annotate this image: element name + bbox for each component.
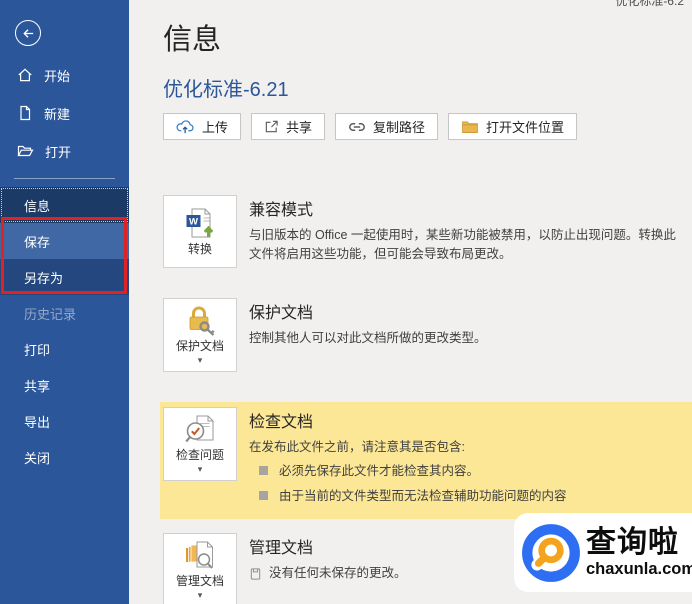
manage-document-icon [183, 540, 217, 572]
protect-document-button[interactable]: 保护文档 ▾ [163, 298, 237, 372]
button-label: 共享 [286, 120, 313, 135]
sidebar-item-label: 历史记录 [24, 306, 77, 322]
section-text: 检查文档 在发布此文件之前，请注意其是否包含: 必须先保存此文件才能检查其内容。… [249, 407, 567, 506]
sidebar-menu: 信息 保存 另存为 历史记录 打印 共享 导出 关闭 [0, 187, 129, 475]
sidebar-item-home[interactable]: 开始 [0, 56, 129, 94]
open-folder-icon [17, 143, 34, 159]
inspect-document-icon [183, 414, 217, 446]
sidebar-item-open[interactable]: 打开 [0, 132, 129, 170]
copy-path-button[interactable]: 复制路径 [335, 113, 439, 140]
inspect-document-section: 检查问题 ▾ 检查文档 在发布此文件之前，请注意其是否包含: 必须先保存此文件才… [160, 402, 692, 520]
sidebar-item-new[interactable]: 新建 [0, 94, 129, 132]
warning-item: 必须先保存此文件才能检查其内容。 [259, 462, 567, 481]
protect-document-section: 保护文档 ▾ 保护文档 控制其他人可以对此文档所做的更改类型。 [163, 298, 692, 372]
button-label: 转换 [187, 242, 212, 256]
sidebar-item-print[interactable]: 打印 [0, 331, 129, 367]
document-title: 优化标准-6.21 [163, 79, 289, 101]
button-label: 管理文档 [175, 574, 224, 589]
section-description: 与旧版本的 Office 一起使用时，某些新功能被禁用，以防止出现问题。转换此文… [249, 228, 676, 262]
open-file-location-button[interactable]: 打开文件位置 [448, 113, 578, 140]
watermark-domain: chaxunla.com [586, 559, 692, 578]
unsaved-changes-row: 没有任何未保存的更改。 [249, 564, 407, 583]
sidebar-item-save-as[interactable]: 另存为 [0, 259, 129, 295]
sidebar-item-info[interactable]: 信息 [0, 187, 129, 223]
page-title: 信息 [163, 24, 222, 56]
backstage-sidebar: 开始 新建 打开 信息 保存 另存为 历史记录 打印 共享 导出 关闭 [0, 0, 129, 604]
document-action-bar: 上传 共享 复制路径 打开文件位置 [163, 113, 692, 140]
check-for-issues-button[interactable]: 检查问题 ▾ [163, 407, 237, 481]
watermark-name: 查询啦 [586, 525, 679, 559]
section-title: 兼容模式 [249, 202, 314, 219]
manage-document-button[interactable]: 管理文档 ▾ [163, 533, 237, 604]
sidebar-item-history: 历史记录 [0, 295, 129, 331]
sidebar-item-label: 关闭 [24, 450, 51, 466]
new-document-icon [17, 105, 33, 121]
sidebar-item-label: 新建 [44, 106, 71, 122]
section-text: 管理文档 没有任何未保存的更改。 [249, 533, 407, 583]
convert-document-icon: W [183, 206, 217, 240]
warning-text: 由于当前的文件类型而无法检查辅助功能问题的内容 [279, 488, 567, 503]
upload-button[interactable]: 上传 [163, 113, 242, 140]
sidebar-item-label: 开始 [44, 68, 71, 84]
dropdown-caret-icon: ▾ [197, 464, 203, 474]
folder-icon [461, 120, 479, 133]
sidebar-item-share[interactable]: 共享 [0, 367, 129, 403]
share-icon [264, 119, 279, 134]
lock-key-icon [183, 305, 217, 337]
back-button[interactable] [15, 20, 41, 46]
sidebar-item-label: 保存 [24, 234, 51, 250]
window-title-clipped: 优化标准-6.2 [615, 0, 684, 8]
bullet-square-icon [259, 490, 268, 500]
section-description: 在发布此文件之前，请注意其是否包含: [249, 440, 465, 454]
section-title: 检查文档 [249, 414, 314, 431]
section-text: 兼容模式 与旧版本的 Office 一起使用时，某些新功能被禁用，以防止出现问题… [249, 195, 681, 265]
bullet-square-icon [259, 466, 268, 476]
warning-item: 由于当前的文件类型而无法检查辅助功能问题的内容 [259, 487, 567, 506]
small-document-icon [249, 567, 262, 581]
button-label: 保护文档 [175, 339, 224, 353]
sidebar-item-label: 信息 [24, 198, 51, 214]
button-label: 上传 [202, 120, 229, 135]
sidebar-item-label: 导出 [24, 414, 51, 430]
home-icon [17, 67, 33, 83]
button-label: 复制路径 [373, 120, 426, 135]
chaxunla-logo-icon [520, 522, 582, 584]
dropdown-caret-icon: ▾ [197, 355, 203, 365]
sidebar-item-label: 共享 [24, 378, 51, 394]
chaxunla-watermark: 查询啦 chaxunla.com [514, 513, 692, 592]
back-arrow-icon [21, 26, 36, 41]
sidebar-item-close[interactable]: 关闭 [0, 439, 129, 475]
button-label: 检查问题 [175, 448, 224, 462]
section-text: 保护文档 控制其他人可以对此文档所做的更改类型。 [249, 298, 487, 348]
sidebar-item-label: 打印 [24, 342, 51, 358]
dropdown-caret-icon: ▾ [197, 590, 203, 601]
svg-text:W: W [189, 216, 198, 227]
compatibility-mode-section: W 转换 兼容模式 与旧版本的 Office 一起使用时，某些新功能被禁用，以防… [163, 195, 692, 268]
sidebar-divider [14, 178, 115, 179]
warning-text: 必须先保存此文件才能检查其内容。 [279, 464, 480, 479]
section-description: 控制其他人可以对此文档所做的更改类型。 [249, 331, 487, 345]
link-icon [348, 121, 366, 133]
watermark-text: 查询啦 chaxunla.com [586, 525, 692, 578]
sidebar-top-nav: 开始 新建 打开 [0, 56, 129, 170]
convert-button[interactable]: W 转换 [163, 195, 237, 268]
share-button[interactable]: 共享 [251, 113, 326, 140]
sidebar-item-label: 另存为 [24, 270, 64, 286]
section-title: 保护文档 [249, 305, 314, 322]
sidebar-item-label: 打开 [45, 144, 72, 160]
section-title: 管理文档 [249, 540, 314, 558]
upload-cloud-icon [176, 119, 195, 134]
button-label: 打开文件位置 [486, 120, 565, 135]
sidebar-item-export[interactable]: 导出 [0, 403, 129, 439]
sidebar-item-save[interactable]: 保存 [0, 223, 129, 259]
section-description: 没有任何未保存的更改。 [269, 566, 407, 581]
